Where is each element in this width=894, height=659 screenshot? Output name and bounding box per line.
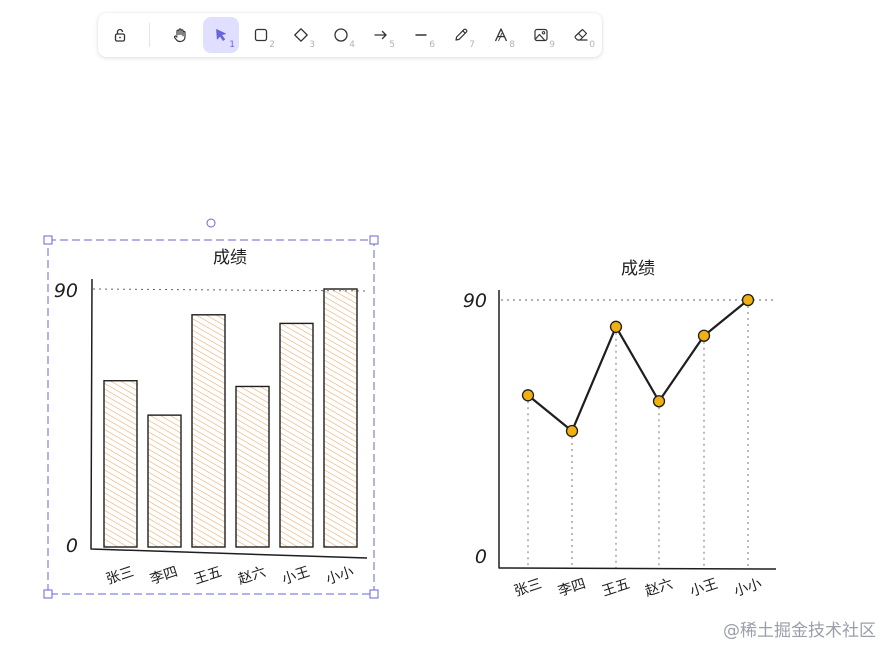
bar: [103, 380, 138, 548]
line-xtick-label: 王五: [600, 576, 632, 600]
resize-handle-bottom-right[interactable]: [369, 589, 379, 599]
bar-chart-ytick-zero: 0: [66, 535, 78, 557]
bar: [279, 322, 314, 548]
line-xtick-label: 赵六: [643, 576, 675, 600]
resize-handle-top-left[interactable]: [43, 235, 53, 245]
line-xtick-label: 小小: [732, 576, 764, 600]
line-xtick-label: 小王: [688, 576, 720, 600]
line-chart-title: 成绩: [621, 259, 655, 279]
watermark: @稀土掘金技术社区: [723, 621, 876, 641]
bar-xtick-label: 王五: [192, 564, 224, 588]
line-point: [609, 320, 623, 333]
bar-xtick-label: 李四: [148, 564, 180, 588]
bar: [235, 385, 270, 548]
line-chart-ytick-zero: 0: [475, 546, 487, 568]
line-point: [697, 329, 711, 342]
bar-chart[interactable]: 成绩 90 0 张三 李四 王五 赵六 小王 小小: [43, 218, 379, 599]
line-chart-ytick-max: 90: [463, 290, 487, 312]
bar-xtick-label: 小王: [280, 564, 312, 588]
bar-xtick-label: 小小: [324, 564, 356, 588]
line-point: [565, 424, 579, 438]
line-xtick-label: 李四: [556, 576, 588, 600]
bar: [147, 414, 182, 548]
line-series: [527, 299, 749, 433]
resize-handle-top-right[interactable]: [369, 235, 379, 245]
bar-chart-title: 成绩: [213, 248, 247, 268]
drawing-canvas[interactable]: 成绩 90 0 张三 李四 王五 赵六 小王 小小 成绩 90 0 张三 李四 王五 赵六 小王小…: [0, 0, 894, 659]
line-chart-axes: [498, 290, 777, 570]
line-xtick-label: 张三: [512, 576, 544, 600]
bar: [323, 288, 358, 548]
line-point: [741, 293, 755, 307]
line-point: [652, 395, 666, 408]
bar-xtick-label: 赵六: [236, 564, 268, 588]
bar: [191, 314, 226, 548]
rotation-handle[interactable]: [206, 218, 216, 228]
bar-chart-ytick-max: 90: [54, 280, 78, 302]
line-chart[interactable]: 成绩 90 0 张三 李四 王五 赵六 小王 小小: [463, 259, 777, 600]
resize-handle-bottom-left[interactable]: [43, 589, 53, 599]
line-point: [521, 389, 535, 402]
bar-xtick-label: 张三: [104, 564, 136, 588]
